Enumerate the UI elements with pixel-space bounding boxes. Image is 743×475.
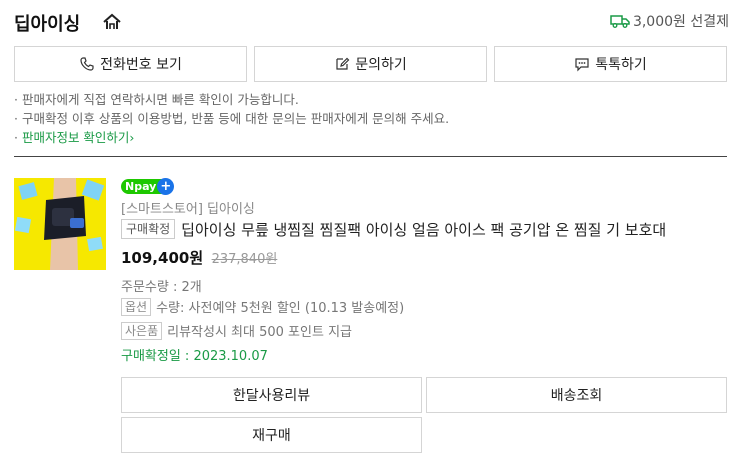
inquiry-button[interactable]: 문의하기 — [254, 46, 487, 82]
option-line: 옵션 수량: 사전예약 5천원 할인 (10.13 발송예정) — [121, 297, 404, 316]
contact-buttons: 전화번호 보기 문의하기 톡톡하기 — [14, 46, 727, 82]
gift-tag: 사은품 — [121, 321, 163, 340]
talk-button-label: 톡톡하기 — [595, 57, 647, 73]
tracking-button[interactable]: 배송조회 — [426, 377, 727, 413]
product-thumbnail[interactable] — [14, 178, 106, 270]
quantity-text: 주문수량 : 2개 — [121, 280, 202, 295]
note-line-1: · 판매자에게 직접 연락하시면 빠른 확인이 가능합니다. — [14, 92, 299, 107]
store-tag[interactable]: [스마트스토어] 딥아이싱 — [121, 198, 255, 217]
truck-icon — [610, 15, 630, 28]
call-button[interactable]: 전화번호 보기 — [14, 46, 247, 82]
price-row: 109,400원 237,840원 — [121, 247, 277, 268]
reorder-button-label: 재구매 — [252, 428, 291, 444]
section-divider — [14, 156, 727, 157]
status-badge: 구매확정 — [121, 219, 176, 239]
option-text: 수량: 사전예약 5천원 할인 (10.13 발송예정) — [156, 301, 405, 316]
shipping-info: 3,000원 선결제 — [610, 11, 729, 31]
inquiry-button-label: 문의하기 — [355, 57, 407, 73]
edit-icon — [336, 57, 350, 70]
store-name[interactable]: 딥아이싱 — [14, 10, 80, 36]
note-bullet: · — [14, 130, 22, 145]
plus-icon: + — [157, 177, 175, 195]
product-title[interactable]: 딥아이싱 무릎 냉찜질 찜질팩 아이싱 얼음 아이스 팩 공기압 온 찜질 기 … — [181, 219, 666, 240]
product-image — [14, 178, 106, 270]
gift-line: 사은품 리뷰작성시 최대 500 포인트 지급 — [121, 321, 352, 340]
product-title-row[interactable]: 구매확정 딥아이싱 무릎 냉찜질 찜질팩 아이싱 얼음 아이스 팩 공기압 온 … — [121, 218, 727, 240]
npay-badge: Npay + — [121, 177, 175, 195]
chat-icon — [575, 58, 589, 72]
seller-notes: · 판매자에게 직접 연락하시면 빠른 확인이 가능합니다. · 구매확정 이후… — [14, 90, 449, 147]
confirm-date: 구매확정일 : 2023.10.07 — [121, 349, 268, 364]
option-tag: 옵션 — [121, 297, 152, 316]
store-home-icon[interactable] — [102, 13, 122, 31]
review-button[interactable]: 한달사용리뷰 — [121, 377, 422, 413]
reorder-button[interactable]: 재구매 — [121, 417, 422, 453]
npay-label: pay — [134, 179, 157, 193]
seller-info-link[interactable]: 판매자정보 확인하기› — [22, 130, 134, 145]
note-line-3: · 판매자정보 확인하기› — [14, 128, 449, 147]
phone-icon — [80, 57, 94, 71]
call-button-label: 전화번호 보기 — [100, 57, 182, 73]
talk-button[interactable]: 톡톡하기 — [494, 46, 727, 82]
review-button-label: 한달사용리뷰 — [232, 388, 311, 404]
price: 109,400원 — [121, 249, 204, 267]
gift-text: 리뷰작성시 최대 500 포인트 지급 — [167, 325, 352, 340]
original-price: 237,840원 — [211, 252, 278, 267]
tracking-button-label: 배송조회 — [550, 388, 603, 404]
quantity-line: 주문수량 : 2개 — [121, 276, 202, 295]
shipping-text: 3,000원 선결제 — [632, 14, 729, 30]
npay-n-glyph: N — [125, 179, 135, 193]
store-header: 딥아이싱 3,000원 선결제 — [14, 8, 729, 36]
note-line-2: · 구매확정 이후 상품의 이용방법, 반품 등에 대한 문의는 판매자에게 문… — [14, 111, 450, 126]
